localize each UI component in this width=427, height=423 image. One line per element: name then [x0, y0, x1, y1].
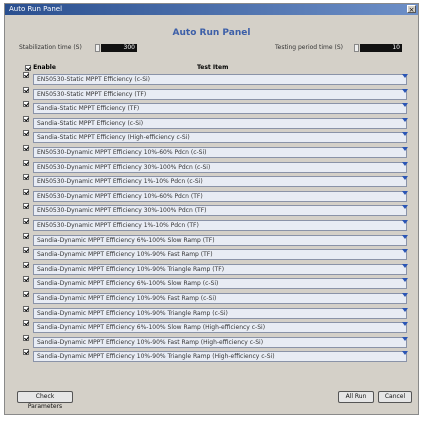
- cancel-button[interactable]: Cancel: [378, 391, 412, 403]
- test-row: Sandia-Dynamic MPPT Efficiency 10%-90% F…: [23, 290, 409, 306]
- test-item-select[interactable]: EN50530-Dynamic MPPT Efficiency 10%-60% …: [33, 190, 407, 202]
- dropdown-arrow-icon[interactable]: [402, 146, 408, 151]
- test-row: Sandia-Dynamic MPPT Efficiency 10%-90% T…: [23, 261, 409, 277]
- dropdown-arrow-icon[interactable]: [402, 263, 408, 268]
- test-enable-checkbox[interactable]: [23, 115, 29, 122]
- test-item-list: EN50530-Static MPPT Efficiency (c-Si) EN5…: [23, 72, 409, 364]
- test-item-select[interactable]: Sandia-Dynamic MPPT Efficiency 6%-100% S…: [33, 234, 407, 246]
- testing-period-field[interactable]: 10: [360, 44, 402, 52]
- test-enable-checkbox[interactable]: [23, 86, 29, 93]
- auto-run-window: Auto Run Panel × Auto Run Panel Stabiliz…: [4, 3, 419, 415]
- test-item-select[interactable]: EN50530-Dynamic MPPT Efficiency 10%-60% …: [33, 146, 407, 158]
- test-row: Sandia-Dynamic MPPT Efficiency 6%-100% S…: [23, 320, 409, 335]
- dropdown-arrow-icon[interactable]: [402, 132, 408, 137]
- test-item-select[interactable]: Sandia-Dynamic MPPT Efficiency 10%-90% T…: [33, 263, 407, 275]
- test-enable-checkbox[interactable]: [23, 261, 29, 268]
- test-enable-checkbox[interactable]: [23, 349, 29, 356]
- test-row: Sandia-Static MPPT Efficiency (c-Si): [23, 115, 409, 131]
- test-row: Sandia-Dynamic MPPT Efficiency 10%-90% F…: [23, 334, 409, 350]
- test-enable-checkbox[interactable]: [23, 232, 29, 239]
- test-row: Sandia-Static MPPT Efficiency (High-effi…: [23, 130, 409, 145]
- close-icon[interactable]: ×: [407, 5, 416, 14]
- testing-period-spinner[interactable]: [354, 44, 359, 52]
- stabilization-time-spinner[interactable]: [95, 44, 100, 52]
- test-item-select[interactable]: EN50530-Dynamic MPPT Efficiency 30%-100%…: [33, 161, 407, 173]
- test-item-column-header: Test Item: [197, 64, 229, 71]
- dropdown-arrow-icon[interactable]: [402, 336, 408, 341]
- test-row: Sandia-Dynamic MPPT Efficiency 6%-100% S…: [23, 276, 409, 291]
- enable-column-header: Enable: [25, 64, 56, 71]
- dropdown-arrow-icon[interactable]: [402, 88, 408, 93]
- test-item-select[interactable]: Sandia-Static MPPT Efficiency (c-Si): [33, 117, 407, 129]
- test-enable-checkbox[interactable]: [23, 101, 29, 108]
- test-item-select[interactable]: Sandia-Dynamic MPPT Efficiency 6%-100% S…: [33, 278, 407, 290]
- test-row: EN50530-Dynamic MPPT Efficiency 30%-100%…: [23, 159, 409, 175]
- dropdown-arrow-icon[interactable]: [402, 190, 408, 195]
- test-item-select[interactable]: Sandia-Static MPPT Efficiency (High-effi…: [33, 132, 407, 144]
- panel-heading: Auto Run Panel: [172, 28, 251, 38]
- test-enable-checkbox[interactable]: [23, 305, 29, 312]
- dropdown-arrow-icon[interactable]: [402, 74, 408, 78]
- stabilization-time-label: Stabilization time (S): [19, 44, 82, 51]
- stabilization-time-field[interactable]: 300: [101, 44, 137, 52]
- test-row: EN50530-Dynamic MPPT Efficiency 30%-100%…: [23, 203, 409, 218]
- dropdown-arrow-icon[interactable]: [402, 103, 408, 108]
- test-enable-checkbox[interactable]: [23, 276, 29, 283]
- test-item-select[interactable]: Sandia-Dynamic MPPT Efficiency 10%-90% F…: [33, 336, 407, 348]
- test-item-select[interactable]: Sandia-Dynamic MPPT Efficiency 10%-90% F…: [33, 249, 407, 261]
- dropdown-arrow-icon[interactable]: [402, 292, 408, 297]
- test-row: Sandia-Dynamic MPPT Efficiency 6%-100% S…: [23, 232, 409, 248]
- test-item-select[interactable]: Sandia-Dynamic MPPT Efficiency 6%-100% S…: [33, 322, 407, 334]
- test-enable-checkbox[interactable]: [23, 334, 29, 341]
- dropdown-arrow-icon[interactable]: [402, 278, 408, 283]
- all-run-button[interactable]: All Run: [338, 391, 374, 403]
- testing-period-label: Testing period time (S): [275, 44, 343, 51]
- test-enable-checkbox[interactable]: [23, 217, 29, 224]
- test-enable-checkbox[interactable]: [23, 203, 29, 210]
- test-item-select[interactable]: EN50530-Dynamic MPPT Efficiency 1%-10% P…: [33, 219, 407, 231]
- test-row: Sandia-Dynamic MPPT Efficiency 10%-90% F…: [23, 247, 409, 262]
- test-item-select[interactable]: EN50530-Static MPPT Efficiency (c-Si): [33, 74, 407, 85]
- test-item-select[interactable]: Sandia-Dynamic MPPT Efficiency 10%-90% T…: [33, 307, 407, 319]
- dropdown-arrow-icon[interactable]: [402, 351, 408, 356]
- dropdown-arrow-icon[interactable]: [402, 249, 408, 254]
- test-row: EN50530-Static MPPT Efficiency (c-Si): [23, 72, 409, 87]
- test-row: Sandia-Static MPPT Efficiency (TF): [23, 101, 409, 116]
- test-item-select[interactable]: EN50530-Dynamic MPPT Efficiency 30%-100%…: [33, 205, 407, 217]
- test-row: EN50530-Dynamic MPPT Efficiency 1%-10% P…: [23, 217, 409, 233]
- test-enable-checkbox[interactable]: [23, 290, 29, 297]
- test-row: Sandia-Dynamic MPPT Efficiency 10%-90% T…: [23, 349, 409, 364]
- test-enable-checkbox[interactable]: [23, 188, 29, 195]
- test-enable-checkbox[interactable]: [23, 174, 29, 181]
- test-item-select[interactable]: EN50530-Dynamic MPPT Efficiency 1%-10% P…: [33, 176, 407, 188]
- test-enable-checkbox[interactable]: [23, 159, 29, 166]
- window-title: Auto Run Panel: [9, 5, 63, 13]
- enable-all-checkbox[interactable]: [25, 64, 31, 71]
- test-row: Sandia-Dynamic MPPT Efficiency 10%-90% T…: [23, 305, 409, 321]
- title-bar: Auto Run Panel ×: [5, 4, 418, 15]
- test-enable-checkbox[interactable]: [23, 72, 29, 78]
- test-row: EN50530-Dynamic MPPT Efficiency 10%-60% …: [23, 188, 409, 204]
- test-enable-checkbox[interactable]: [23, 130, 29, 137]
- test-row: EN50530-Dynamic MPPT Efficiency 1%-10% P…: [23, 174, 409, 189]
- test-item-select[interactable]: Sandia-Dynamic MPPT Efficiency 10%-90% T…: [33, 351, 407, 363]
- test-item-select[interactable]: Sandia-Static MPPT Efficiency (TF): [33, 103, 407, 115]
- test-item-select[interactable]: EN50530-Static MPPT Efficiency (TF): [33, 88, 407, 100]
- dropdown-arrow-icon[interactable]: [402, 219, 408, 224]
- dropdown-arrow-icon[interactable]: [402, 161, 408, 166]
- test-enable-checkbox[interactable]: [23, 320, 29, 327]
- dropdown-arrow-icon[interactable]: [402, 176, 408, 181]
- dropdown-arrow-icon[interactable]: [402, 234, 408, 239]
- dropdown-arrow-icon[interactable]: [402, 117, 408, 122]
- test-row: EN50530-Static MPPT Efficiency (TF): [23, 86, 409, 102]
- test-enable-checkbox[interactable]: [23, 247, 29, 254]
- dropdown-arrow-icon[interactable]: [402, 307, 408, 312]
- dropdown-arrow-icon[interactable]: [402, 205, 408, 210]
- check-parameters-button[interactable]: Check Parameters: [17, 391, 73, 410]
- dropdown-arrow-icon[interactable]: [402, 322, 408, 327]
- test-item-select[interactable]: Sandia-Dynamic MPPT Efficiency 10%-90% F…: [33, 292, 407, 304]
- test-enable-checkbox[interactable]: [23, 144, 29, 151]
- test-row: EN50530-Dynamic MPPT Efficiency 10%-60% …: [23, 144, 409, 160]
